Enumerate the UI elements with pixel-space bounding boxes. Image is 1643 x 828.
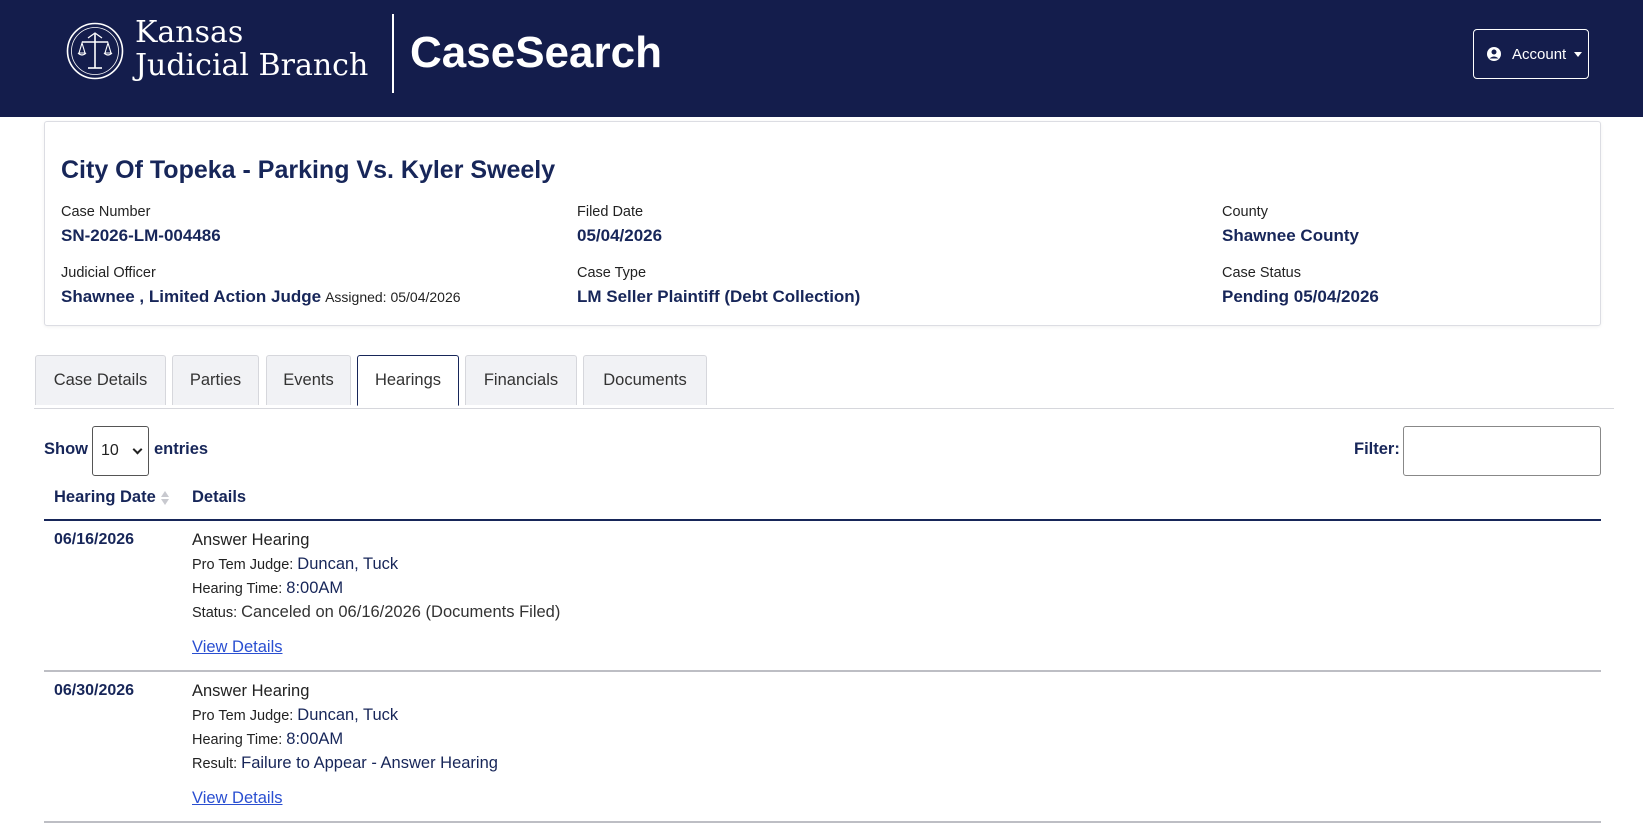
chevron-down-icon bbox=[132, 444, 143, 455]
hearing-time-label: Hearing Time: bbox=[192, 732, 283, 748]
hearing-time-label: Hearing Time: bbox=[192, 581, 283, 597]
case-number-value: SN-2026-LM-004486 bbox=[61, 226, 221, 245]
assigned-date: Assigned: 05/04/2026 bbox=[325, 289, 461, 305]
kansas-judicial-seal-icon[interactable] bbox=[66, 22, 124, 80]
hearing-type: Answer Hearing bbox=[192, 531, 310, 549]
status-value: Canceled on 06/16/2026 (Documents Filed) bbox=[241, 603, 561, 621]
show-label: Show bbox=[44, 440, 88, 458]
tab-documents[interactable]: Documents bbox=[583, 355, 707, 405]
judge-row: Pro Tem Judge: Duncan, Tuck bbox=[192, 706, 398, 725]
tab-events[interactable]: Events bbox=[266, 355, 351, 405]
filter-label: Filter: bbox=[1354, 440, 1400, 458]
county-label: County bbox=[1222, 204, 1268, 220]
tab-hearings[interactable]: Hearings bbox=[357, 355, 459, 406]
judicial-officer-label: Judicial Officer bbox=[61, 265, 156, 281]
entries-per-page-select[interactable]: 10 bbox=[92, 426, 149, 476]
brand-line-2: Judicial Branch bbox=[135, 48, 369, 83]
row-divider bbox=[44, 670, 1601, 672]
case-type-value: LM Seller Plaintiff (Debt Collection) bbox=[577, 287, 861, 306]
user-circle-icon bbox=[1487, 47, 1501, 61]
top-navbar: Kansas Judicial Branch CaseSearch Accoun… bbox=[0, 0, 1643, 117]
tab-case-details[interactable]: Case Details bbox=[35, 355, 166, 405]
hearing-time-row: Hearing Time: 8:00AM bbox=[192, 579, 343, 598]
view-details-link[interactable]: View Details bbox=[192, 638, 282, 657]
hearing-time-value: 8:00AM bbox=[286, 730, 344, 748]
status-label: Status: bbox=[192, 605, 238, 621]
row-divider bbox=[44, 821, 1601, 823]
table-header-divider bbox=[44, 519, 1601, 521]
brand-name[interactable]: Kansas Judicial Branch bbox=[135, 16, 368, 82]
result-value: Failure to Appear - Answer Hearing bbox=[241, 754, 498, 772]
judge-label: Pro Tem Judge: bbox=[192, 708, 294, 724]
case-type-label: Case Type bbox=[577, 265, 647, 281]
hearing-date: 06/16/2026 bbox=[54, 531, 135, 548]
result-label: Result: bbox=[192, 756, 238, 772]
judge-value: Duncan, Tuck bbox=[297, 555, 399, 573]
judge-row: Pro Tem Judge: Duncan, Tuck bbox=[192, 555, 398, 574]
hearing-time-row: Hearing Time: 8:00AM bbox=[192, 730, 343, 749]
status-row: Status: Canceled on 06/16/2026 (Documents… bbox=[192, 603, 560, 622]
judge-label: Pro Tem Judge: bbox=[192, 557, 294, 573]
county-value: Shawnee County bbox=[1222, 226, 1359, 245]
hearing-type: Answer Hearing bbox=[192, 682, 310, 700]
hearing-date: 06/30/2026 bbox=[54, 682, 135, 699]
view-details-link[interactable]: View Details bbox=[192, 789, 282, 808]
sort-icon[interactable] bbox=[160, 490, 170, 506]
judicial-officer-name: Shawnee , Limited Action Judge bbox=[61, 287, 322, 306]
account-label: Account bbox=[1512, 45, 1567, 63]
judge-value: Duncan, Tuck bbox=[297, 706, 399, 724]
tabs-baseline bbox=[34, 408, 1614, 409]
case-status-value: Pending 05/04/2026 bbox=[1222, 287, 1379, 306]
result-row: Result: Failure to Appear - Answer Hearin… bbox=[192, 754, 498, 773]
hearing-date-header-label: Hearing Date bbox=[54, 488, 156, 506]
filed-date-value: 05/04/2026 bbox=[577, 226, 663, 245]
case-number-label: Case Number bbox=[61, 204, 151, 220]
judicial-officer-value: Shawnee , Limited Action Judge Assigned: … bbox=[61, 287, 461, 307]
column-header-hearing-date[interactable]: Hearing Date bbox=[54, 488, 170, 507]
case-title: City Of Topeka - Parking Vs. Kyler Sweel… bbox=[61, 156, 556, 184]
tab-financials[interactable]: Financials bbox=[465, 355, 577, 405]
filter-input[interactable] bbox=[1403, 426, 1601, 476]
entries-value: 10 bbox=[101, 442, 119, 459]
account-menu-button[interactable]: Account bbox=[1473, 29, 1589, 79]
header-divider bbox=[392, 14, 394, 93]
column-header-details: Details bbox=[192, 488, 247, 506]
hearing-time-value: 8:00AM bbox=[286, 579, 344, 597]
brand-line-1: Kansas bbox=[135, 15, 244, 50]
tab-parties[interactable]: Parties bbox=[172, 355, 259, 405]
filed-date-label: Filed Date bbox=[577, 204, 644, 220]
caret-down-icon bbox=[1574, 51, 1583, 57]
entries-label: entries bbox=[154, 440, 209, 458]
app-title[interactable]: CaseSearch bbox=[410, 28, 662, 78]
case-status-label: Case Status bbox=[1222, 265, 1301, 281]
